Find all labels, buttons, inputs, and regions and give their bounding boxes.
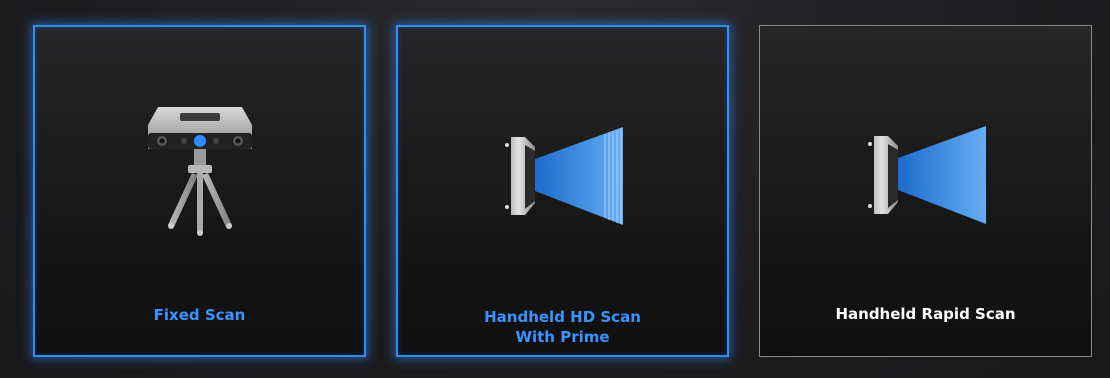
scan-mode-selector: Fixed Scan Handheld HD Scan With Prime H… — [0, 0, 1110, 378]
handheld-hd-scan-card[interactable]: Handheld HD Scan With Prime — [396, 25, 729, 357]
handheld-scanner-hd-icon — [502, 127, 623, 225]
handheld-rapid-scan-label: Handheld Rapid Scan — [760, 304, 1091, 324]
handheld-rapid-scan-card[interactable]: Handheld Rapid Scan — [759, 25, 1092, 357]
fixed-scan-label: Fixed Scan — [35, 305, 364, 325]
handheld-hd-scan-label: Handheld HD Scan With Prime — [398, 307, 727, 347]
tripod-scanner-icon — [147, 107, 252, 236]
fixed-scan-card[interactable]: Fixed Scan — [33, 25, 366, 357]
label-line-1: Handheld HD Scan — [484, 308, 641, 326]
handheld-scanner-rapid-icon — [865, 126, 986, 224]
label-line-1: Handheld Rapid Scan — [835, 305, 1016, 323]
label-line-1: Fixed Scan — [153, 306, 246, 324]
label-line-2: With Prime — [515, 328, 610, 346]
